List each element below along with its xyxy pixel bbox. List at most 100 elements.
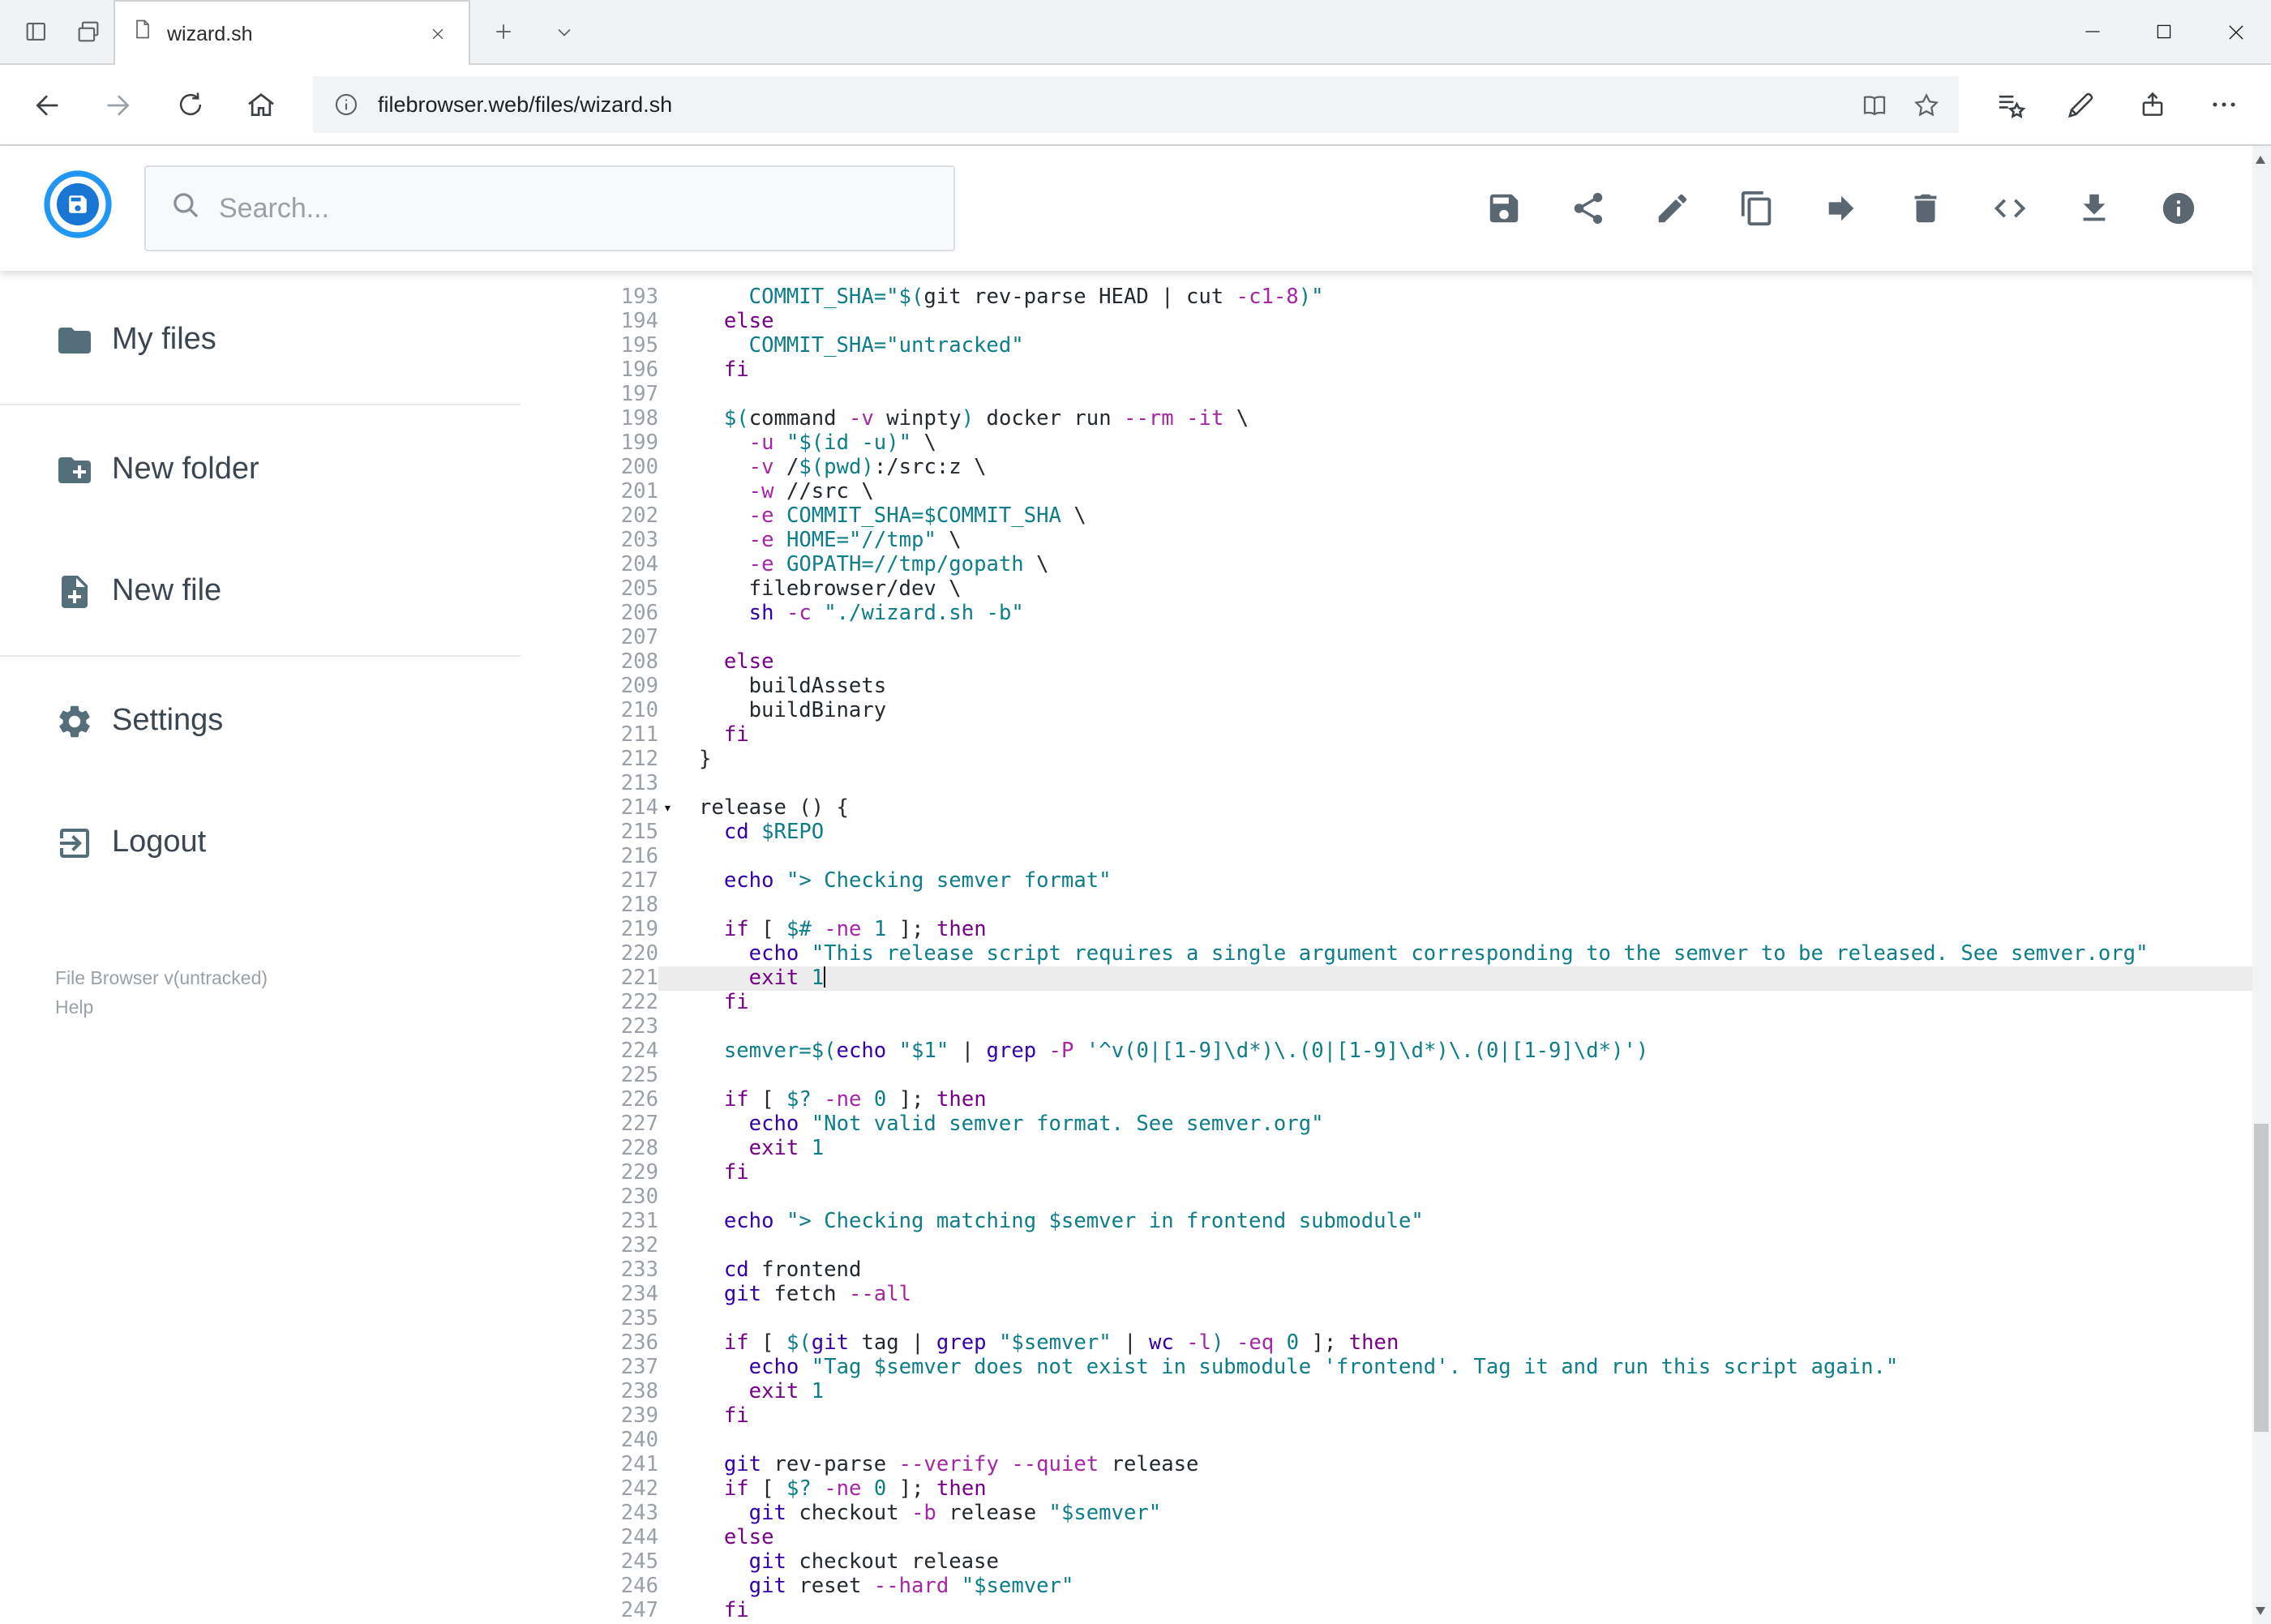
code-line-text[interactable]: ▾ release () { xyxy=(658,796,2271,821)
code-line-text[interactable]: -u "$(id -u)" \ xyxy=(658,431,2271,456)
code-line-text[interactable]: COMMIT_SHA="untracked" xyxy=(658,334,2271,358)
code-line-text[interactable]: fi xyxy=(658,991,2271,1015)
ink-pen-icon[interactable] xyxy=(2046,71,2117,139)
code-line-text[interactable]: git fetch --all xyxy=(658,1283,2271,1307)
search-input[interactable] xyxy=(219,192,931,225)
code-line-text[interactable]: -v /$(pwd):/src:z \ xyxy=(658,456,2271,480)
code-line-text[interactable]: sh -c "./wizard.sh -b" xyxy=(658,602,2271,626)
code-editor[interactable]: 193 COMMIT_SHA="$(git rev-parse HEAD | c… xyxy=(521,271,2271,1624)
code-line-text[interactable]: git reset --hard "$semver" xyxy=(658,1575,2271,1599)
tab-close-icon[interactable] xyxy=(423,19,452,48)
search-box[interactable] xyxy=(144,165,955,251)
code-line-text[interactable]: COMMIT_SHA="$(git rev-parse HEAD | cut -… xyxy=(658,285,2271,310)
code-line-text[interactable]: fi xyxy=(658,1599,2271,1623)
code-line-text[interactable]: cd $REPO xyxy=(658,821,2271,845)
code-line-text[interactable]: -e COMMIT_SHA=$COMMIT_SHA \ xyxy=(658,504,2271,529)
add-favorite-star-icon[interactable] xyxy=(1900,79,1952,131)
code-line-text[interactable] xyxy=(658,1307,2271,1331)
code-line-text[interactable]: if [ $# -ne 1 ]; then xyxy=(658,918,2271,942)
code-line-text[interactable]: else xyxy=(658,1526,2271,1550)
code-line-text[interactable]: buildAssets xyxy=(658,675,2271,699)
copy-button[interactable] xyxy=(1738,190,1775,227)
code-line-text[interactable]: else xyxy=(658,310,2271,334)
code-line-text[interactable] xyxy=(658,1429,2271,1453)
code-line-text[interactable]: filebrowser/dev \ xyxy=(658,577,2271,602)
code-line-text[interactable] xyxy=(658,1015,2271,1039)
sidebar-item-new-folder[interactable]: New folder xyxy=(0,409,521,530)
info-button[interactable] xyxy=(2159,190,2196,227)
code-line-text[interactable] xyxy=(658,893,2271,918)
filebrowser-logo-icon[interactable] xyxy=(42,169,114,248)
hub-favorites-icon[interactable] xyxy=(1974,71,2046,139)
code-line-text[interactable]: if [ $? -ne 0 ]; then xyxy=(658,1477,2271,1502)
code-line-text[interactable]: fi xyxy=(658,358,2271,383)
code-line-text[interactable]: git checkout -b release "$semver" xyxy=(658,1502,2271,1526)
code-line-text[interactable]: fi xyxy=(658,1404,2271,1429)
code-line-text[interactable]: exit 1 xyxy=(658,1137,2271,1161)
code-line-text[interactable] xyxy=(658,1234,2271,1258)
code-line-text[interactable]: buildBinary xyxy=(658,699,2271,723)
raw-code-button[interactable] xyxy=(1990,190,2028,227)
sidebar-item-settings[interactable]: Settings xyxy=(0,660,521,782)
code-line-text[interactable]: fi xyxy=(658,1161,2271,1185)
code-line-text[interactable]: if [ $(git tag | grep "$semver" | wc -l)… xyxy=(658,1331,2271,1356)
forward-icon[interactable] xyxy=(83,71,154,139)
download-button[interactable] xyxy=(2075,190,2112,227)
code-line-text[interactable] xyxy=(658,772,2271,796)
browser-tab[interactable]: wizard.sh xyxy=(114,0,470,65)
scrollbar-thumb[interactable] xyxy=(2254,1124,2269,1432)
help-link[interactable]: Help xyxy=(55,995,521,1025)
code-line-text[interactable] xyxy=(658,383,2271,407)
maximize-button[interactable] xyxy=(2128,0,2200,63)
share-button[interactable] xyxy=(1569,190,1606,227)
sidebar-item-logout[interactable]: Logout xyxy=(0,782,521,903)
fold-marker-icon[interactable]: ▾ xyxy=(663,798,672,822)
move-button[interactable] xyxy=(1822,190,1859,227)
code-line-text[interactable]: semver=$(echo "$1" | grep -P '^v(0|[1-9]… xyxy=(658,1039,2271,1064)
tab-previews-chevron-icon[interactable] xyxy=(535,0,593,63)
code-line-text[interactable]: echo "Tag $semver does not exist in subm… xyxy=(658,1356,2271,1380)
delete-button[interactable] xyxy=(1906,190,1943,227)
url-text[interactable]: filebrowser.web/files/wizard.sh xyxy=(378,92,1848,117)
scroll-down-icon[interactable] xyxy=(2256,1606,2265,1614)
code-line-text[interactable]: cd frontend xyxy=(658,1258,2271,1283)
new-tab-button[interactable] xyxy=(470,0,535,63)
code-line-text[interactable]: echo "> Checking semver format" xyxy=(658,869,2271,893)
set-tabs-aside-icon[interactable] xyxy=(10,0,62,63)
code-line-text[interactable] xyxy=(658,1064,2271,1088)
code-line-text[interactable]: exit 1 xyxy=(658,1380,2271,1404)
code-line-text[interactable]: exit 1 xyxy=(658,966,2271,991)
code-line-text[interactable] xyxy=(658,1185,2271,1210)
code-line-text[interactable]: git rev-parse --verify --quiet release xyxy=(658,1453,2271,1477)
site-info-icon[interactable] xyxy=(319,79,371,131)
code-line-text[interactable]: if [ $? -ne 0 ]; then xyxy=(658,1088,2271,1112)
vertical-scrollbar[interactable] xyxy=(2252,146,2271,1624)
share-page-icon[interactable] xyxy=(2117,71,2188,139)
reading-view-icon[interactable] xyxy=(1848,79,1900,131)
home-icon[interactable] xyxy=(225,71,297,139)
back-icon[interactable] xyxy=(11,71,83,139)
code-line-text[interactable]: } xyxy=(658,748,2271,772)
minimize-button[interactable] xyxy=(2057,0,2128,63)
code-line-text[interactable]: git checkout release xyxy=(658,1550,2271,1575)
rename-button[interactable] xyxy=(1653,190,1690,227)
code-line-text[interactable]: echo "> Checking matching $semver in fro… xyxy=(658,1210,2271,1234)
address-bar[interactable]: filebrowser.web/files/wizard.sh xyxy=(313,76,1958,133)
code-line-text[interactable] xyxy=(658,845,2271,869)
sidebar-item-my-files[interactable]: My files xyxy=(0,279,521,401)
close-window-button[interactable] xyxy=(2200,0,2271,63)
sidebar-item-new-file[interactable]: New file xyxy=(0,530,521,652)
code-line-text[interactable] xyxy=(658,626,2271,650)
code-line-text[interactable]: echo "This release script requires a sin… xyxy=(658,942,2271,966)
more-menu-icon[interactable] xyxy=(2188,71,2260,139)
code-line-text[interactable]: -w //src \ xyxy=(658,480,2271,504)
refresh-icon[interactable] xyxy=(154,71,225,139)
code-line-text[interactable]: -e GOPATH=//tmp/gopath \ xyxy=(658,553,2271,577)
code-line-text[interactable]: else xyxy=(658,650,2271,675)
save-button[interactable] xyxy=(1485,190,1522,227)
code-line-text[interactable]: fi xyxy=(658,723,2271,748)
code-line-text[interactable]: $(command -v winpty) docker run --rm -it… xyxy=(658,407,2271,431)
code-line-text[interactable]: -e HOME="//tmp" \ xyxy=(658,529,2271,553)
code-line-text[interactable]: echo "Not valid semver format. See semve… xyxy=(658,1112,2271,1137)
scroll-up-icon[interactable] xyxy=(2256,156,2265,164)
